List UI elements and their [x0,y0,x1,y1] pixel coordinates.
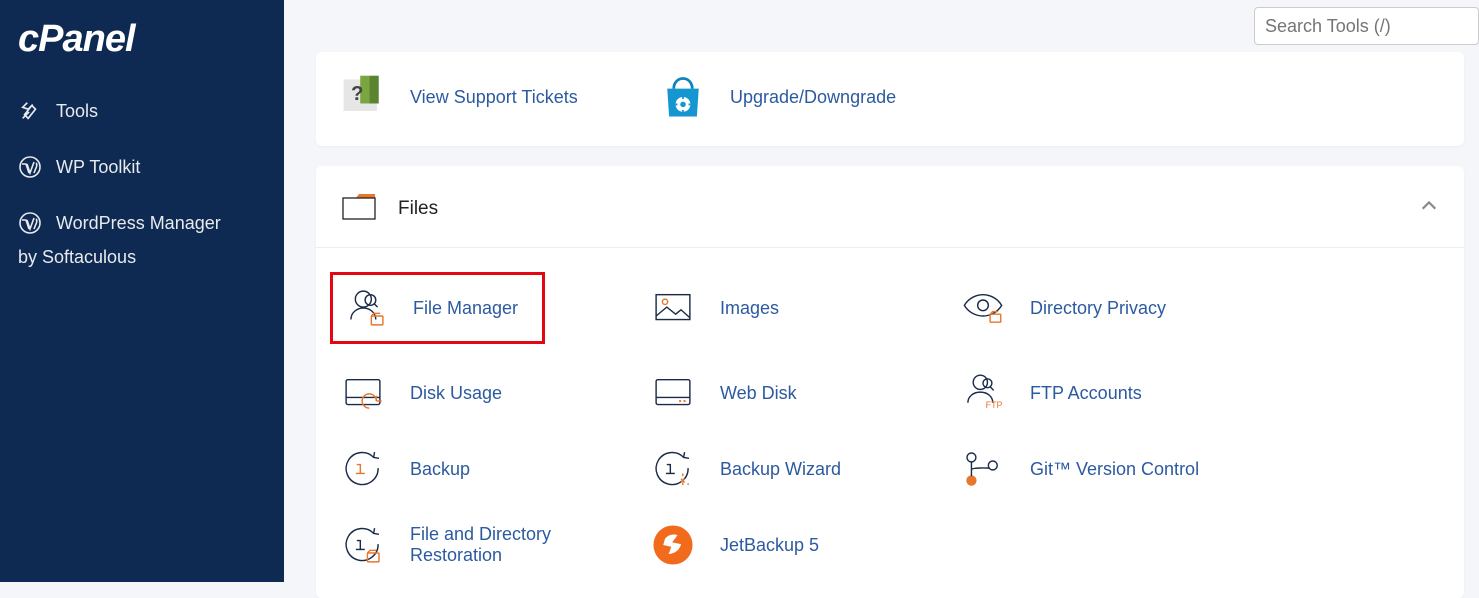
sidebar-item-wp-manager[interactable]: WordPress Manager [16,195,268,239]
tile-support-tickets[interactable]: ? View Support Tickets [336,70,616,124]
files-grid: File Manager Images Directory Privacy [316,248,1464,578]
chevron-up-icon [1420,197,1438,221]
images-icon [646,281,700,335]
tile-label: Web Disk [720,383,797,404]
wrench-icon [18,99,42,123]
directory-privacy-icon [956,281,1010,335]
brand-logo: cPanel [16,18,268,83]
git-icon [956,442,1010,496]
wordpress-icon [18,211,42,235]
backup-icon [336,442,390,496]
tile-disk-usage[interactable]: Disk Usage [336,366,646,420]
tile-label: JetBackup 5 [720,535,819,556]
tile-label: File Manager [413,298,518,319]
tile-label: Images [720,298,779,319]
ftp-accounts-icon: FTP [956,366,1010,420]
tile-label: Backup [410,459,470,480]
tile-upgrade[interactable]: Upgrade/Downgrade [656,70,956,124]
tile-label: File and Directory Restoration [410,524,620,566]
tile-jetbackup[interactable]: JetBackup 5 [646,518,956,572]
tile-file-restore[interactable]: File and Directory Restoration [336,518,646,572]
files-panel-header[interactable]: Files [316,170,1464,248]
sidebar: cPanel Tools WP Toolkit WordPress Manage… [0,0,284,582]
sidebar-item-label: WP Toolkit [56,157,140,178]
tile-git[interactable]: Git™ Version Control [956,442,1266,496]
sidebar-item-wp-toolkit[interactable]: WP Toolkit [16,139,268,195]
main-content: ? View Support Tickets Upgrade/Downgrade [284,0,1479,582]
backup-wizard-icon [646,442,700,496]
file-restore-icon [336,518,390,572]
sidebar-item-label: Tools [56,101,98,122]
jetbackup-icon [646,518,700,572]
sidebar-item-tools[interactable]: Tools [16,83,268,139]
svg-text:FTP: FTP [986,400,1003,410]
folder-icon [342,192,376,225]
sidebar-item-sublabel: by Softaculous [16,239,268,284]
tile-file-manager[interactable]: File Manager [330,272,545,344]
tile-web-disk[interactable]: Web Disk [646,366,956,420]
tile-label: Upgrade/Downgrade [730,87,896,108]
tile-label: Git™ Version Control [1030,459,1199,480]
file-manager-icon [339,281,393,335]
tile-label: Disk Usage [410,383,502,404]
support-ticket-icon: ? [336,70,390,124]
tile-ftp-accounts[interactable]: FTP FTP Accounts [956,366,1266,420]
tile-directory-privacy[interactable]: Directory Privacy [956,272,1266,344]
svg-text:?: ? [351,83,363,105]
panel-title: Files [398,198,438,220]
web-disk-icon [646,366,700,420]
disk-usage-icon [336,366,390,420]
tile-backup[interactable]: Backup [336,442,646,496]
shopping-bag-icon [656,70,710,124]
search-tools[interactable] [1254,7,1479,45]
sidebar-item-label: WordPress Manager [56,213,221,234]
tile-label: FTP Accounts [1030,383,1142,404]
tile-images[interactable]: Images [646,272,956,344]
search-input[interactable] [1265,16,1468,37]
tile-label: Backup Wizard [720,459,841,480]
wordpress-icon [18,155,42,179]
tile-label: View Support Tickets [410,87,578,108]
tile-label: Directory Privacy [1030,298,1166,319]
files-panel: Files File Manager Images [316,166,1464,598]
tile-backup-wizard[interactable]: Backup Wizard [646,442,956,496]
top-panel: ? View Support Tickets Upgrade/Downgrade [316,52,1464,146]
